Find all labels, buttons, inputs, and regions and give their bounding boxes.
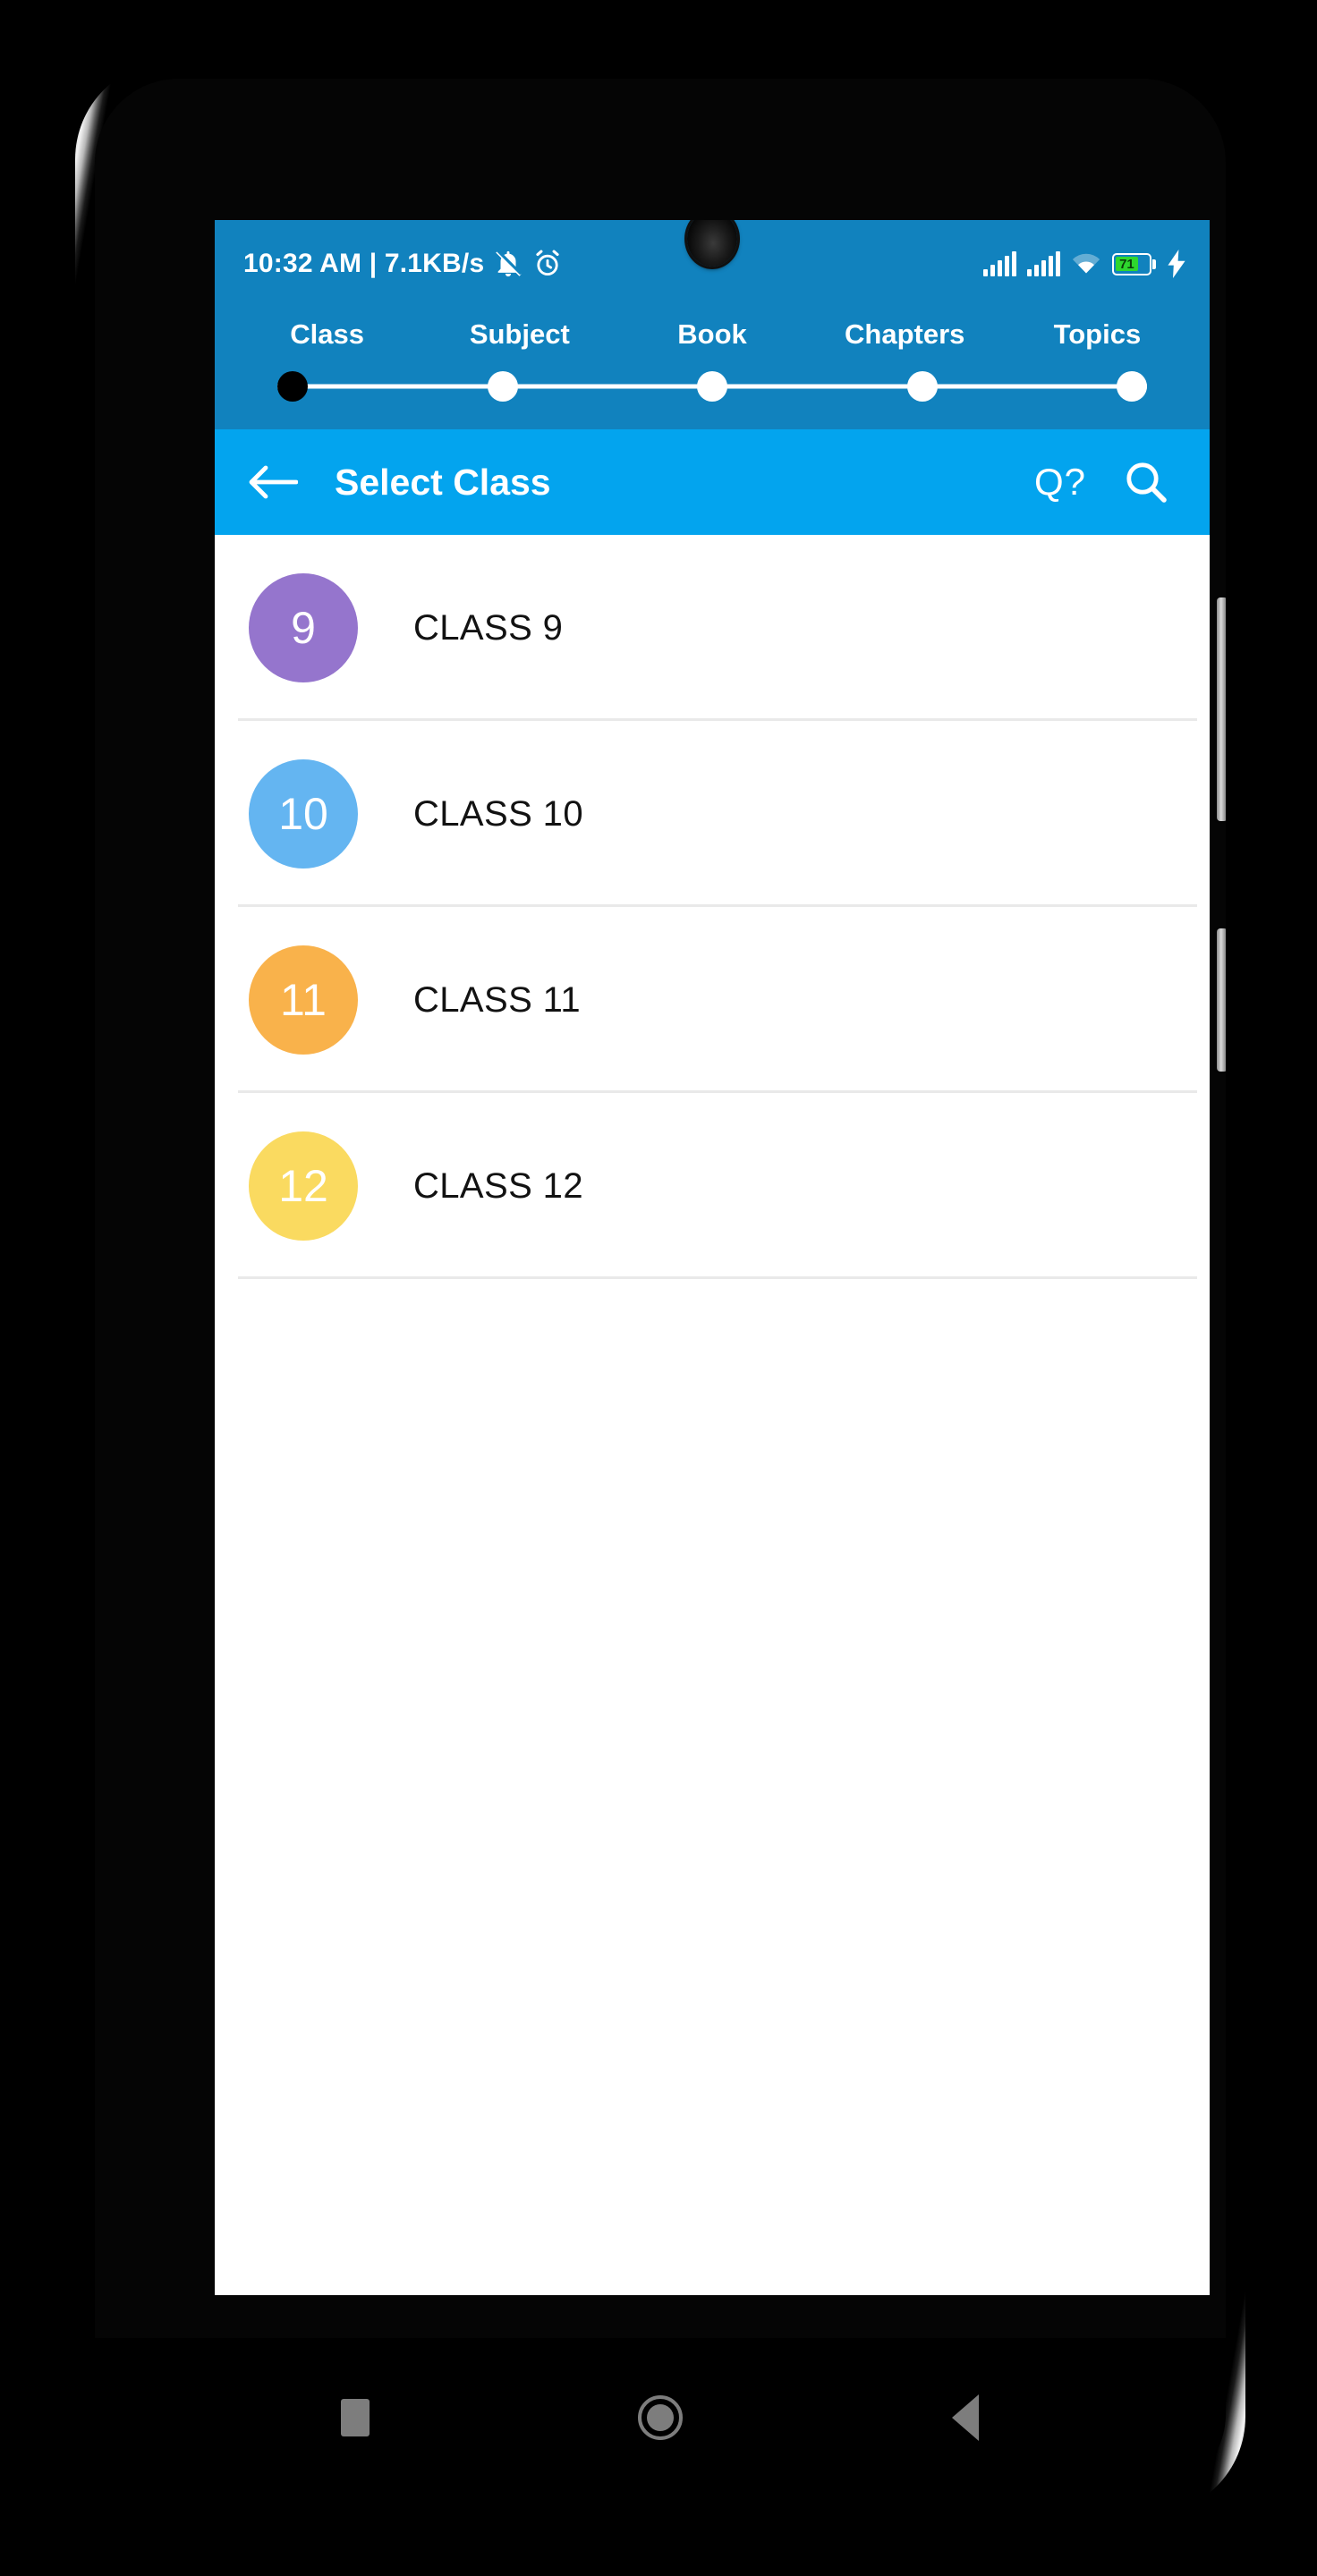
bell-mute-icon — [496, 249, 523, 277]
status-bar-right: 71 — [982, 250, 1187, 278]
list-item-label: CLASS 12 — [413, 1165, 583, 1206]
list-item-class-10[interactable]: 10 CLASS 10 — [215, 721, 1210, 907]
search-button[interactable] — [1113, 449, 1179, 515]
battery-icon: 71 — [1111, 252, 1156, 275]
android-nav-bar — [95, 2338, 1226, 2497]
avatar: 10 — [249, 759, 358, 869]
stepper-labels: Class Subject Book Chapters Topics — [215, 318, 1210, 351]
front-camera-icon — [687, 220, 737, 267]
signal-bars-icon-2 — [1026, 251, 1060, 276]
battery-level-label: 71 — [1116, 257, 1138, 272]
stepper-dots — [277, 370, 1147, 402]
list-item-class-11[interactable]: 11 CLASS 11 — [215, 907, 1210, 1093]
step-dot-topics[interactable] — [1117, 371, 1147, 402]
phone-screen: 10:32 AM | 7.1KB/s 71 Class Subject Book… — [215, 220, 1210, 2295]
back-triangle-icon — [952, 2394, 980, 2441]
arrow-left-icon — [249, 465, 298, 499]
step-label-book[interactable]: Book — [616, 318, 808, 351]
charging-bolt-icon — [1168, 250, 1185, 278]
back-button[interactable] — [240, 449, 306, 515]
status-bar-time-and-speed: 10:32 AM | 7.1KB/s — [243, 249, 485, 278]
avatar: 12 — [249, 1131, 358, 1241]
step-label-class[interactable]: Class — [231, 318, 423, 351]
step-dot-subject[interactable] — [487, 371, 518, 402]
page-title: Select Class — [335, 461, 551, 503]
question-answer-button[interactable]: Q? — [1018, 461, 1102, 504]
home-button[interactable] — [611, 2368, 709, 2467]
list-item-label: CLASS 9 — [413, 607, 564, 648]
back-nav-button[interactable] — [916, 2368, 1015, 2467]
step-dot-chapters[interactable] — [906, 371, 938, 402]
list-item-label: CLASS 10 — [413, 793, 583, 834]
recents-square-icon — [340, 2399, 370, 2436]
class-list: 9 CLASS 9 10 CLASS 10 11 CLASS 11 12 CLA… — [215, 535, 1210, 1279]
list-item-class-12[interactable]: 12 CLASS 12 — [215, 1093, 1210, 1279]
list-item-label: CLASS 11 — [413, 979, 582, 1020]
step-label-topics[interactable]: Topics — [1001, 318, 1194, 351]
search-icon — [1126, 462, 1167, 503]
power-button[interactable] — [1217, 928, 1226, 1072]
alarm-clock-icon — [536, 250, 559, 276]
phone-body: 10:32 AM | 7.1KB/s 71 Class Subject Book… — [95, 79, 1226, 2497]
step-dot-class[interactable] — [277, 371, 308, 402]
app-bar: Select Class Q? — [215, 429, 1210, 535]
step-label-subject[interactable]: Subject — [423, 318, 616, 351]
list-item-class-9[interactable]: 9 CLASS 9 — [215, 535, 1210, 721]
avatar: 9 — [249, 573, 358, 682]
phone-frame: 10:32 AM | 7.1KB/s 71 Class Subject Book… — [75, 61, 1245, 2515]
volume-button[interactable] — [1217, 597, 1226, 821]
avatar: 11 — [249, 945, 358, 1055]
wifi-icon — [1072, 253, 1100, 274]
status-bar-left: 10:32 AM | 7.1KB/s — [243, 249, 563, 279]
recents-button[interactable] — [306, 2368, 404, 2467]
stepper-track — [277, 370, 1147, 402]
status-bar: 10:32 AM | 7.1KB/s 71 — [215, 220, 1210, 308]
step-label-chapters[interactable]: Chapters — [809, 318, 1001, 351]
progress-stepper: Class Subject Book Chapters Topics — [215, 308, 1210, 429]
signal-bars-icon — [982, 251, 1016, 276]
home-circle-icon — [637, 2395, 683, 2440]
step-dot-book[interactable] — [697, 371, 727, 402]
